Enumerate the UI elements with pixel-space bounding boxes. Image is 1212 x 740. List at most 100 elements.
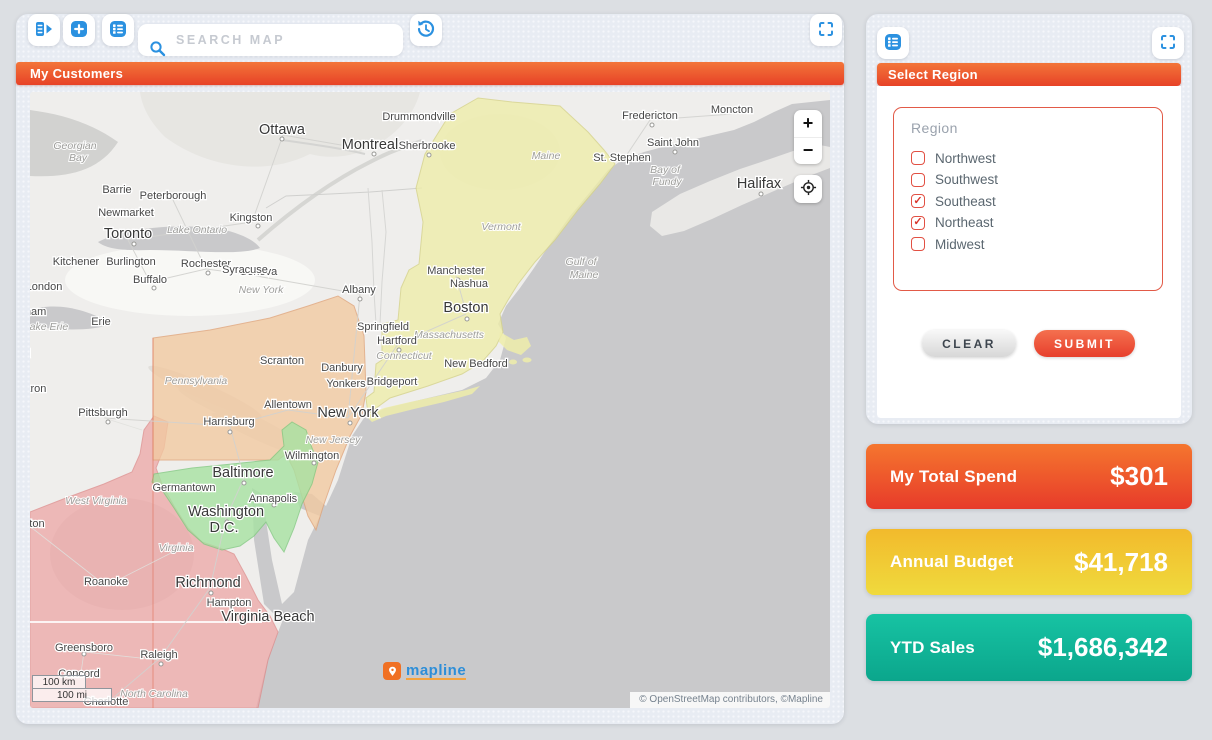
map-city-label: Newmarket	[98, 207, 154, 219]
region-option-label: Northwest	[935, 151, 996, 166]
map-area-label: Pennsylvania	[165, 375, 228, 387]
map-city-label: Kingston	[230, 212, 273, 224]
search-input[interactable]	[174, 25, 393, 55]
map-area-label: Lake Erie	[30, 321, 68, 333]
panel-list-button[interactable]	[877, 27, 909, 59]
region-option-midwest[interactable]: Midwest	[911, 235, 998, 253]
stat-value: $41,718	[1074, 547, 1168, 578]
fullscreen-icon	[817, 20, 835, 41]
locate-button[interactable]	[794, 175, 822, 203]
map-search	[138, 24, 403, 56]
map-city-label: Hartford	[377, 335, 417, 347]
list-view-button[interactable]	[102, 14, 134, 46]
map-area-label: Bay	[69, 152, 88, 164]
map-city-label: Yonkers	[326, 378, 366, 390]
expand-panel-icon	[35, 20, 54, 41]
region-option-northeast[interactable]: ✓Northeast	[911, 214, 998, 232]
map-city-label: Richmond	[175, 575, 240, 591]
map-area-label: Vermont	[481, 221, 521, 233]
stat-value: $1,686,342	[1038, 632, 1168, 663]
map-city-label: St. Stephen	[593, 152, 651, 164]
clear-button[interactable]: CLEAR	[922, 330, 1016, 357]
map-city-label: Wilmington	[285, 450, 339, 462]
map-city-label: Montreal	[342, 137, 398, 153]
map-canvas[interactable]: GeorgianBay Lake Ontario Lake Erie Vermont N…	[30, 92, 830, 708]
map-city-label: Sherbrooke	[399, 140, 456, 152]
map-city-label: Halifax	[737, 176, 782, 192]
checkbox-unchecked[interactable]	[911, 151, 925, 165]
region-option-southeast[interactable]: ✓Southeast	[911, 192, 998, 210]
map-city-label: Buffalo	[133, 274, 167, 286]
zoom-out-button[interactable]: −	[794, 138, 822, 165]
map-city-label: Toronto	[104, 226, 152, 242]
map-city-label: Springfield	[357, 321, 409, 333]
map-city-label: Bridgeport	[367, 376, 418, 388]
map-city-label: Saint John	[647, 137, 699, 149]
map-city-label: Greensboro	[55, 642, 113, 654]
stat-card-annual-budget: Annual Budget $41,718	[866, 529, 1192, 595]
region-option-northwest[interactable]: Northwest	[911, 149, 998, 167]
expand-panel-button[interactable]	[28, 14, 60, 46]
map-area-label: North Carolina	[120, 688, 188, 700]
map-city-label: New York	[317, 405, 379, 421]
region-fieldset: Region NorthwestSouthwest✓Southeast✓Nort…	[893, 107, 1163, 291]
map-city-label: Akron	[30, 383, 46, 395]
panel-fullscreen-button[interactable]	[1152, 27, 1184, 59]
region-option-label: Midwest	[935, 237, 985, 252]
checkbox-checked[interactable]: ✓	[911, 194, 925, 208]
map-city-label: Ottawa	[259, 122, 306, 138]
map-area-label: Lake Ontario	[167, 224, 227, 236]
list-view-icon	[884, 33, 902, 54]
map-area-label: Bay of	[650, 164, 681, 176]
map-area-label: New York	[239, 284, 284, 296]
checkbox-unchecked[interactable]	[911, 173, 925, 187]
map-city-label: London	[30, 281, 62, 293]
map-area-label: West Virginia	[65, 495, 127, 507]
map-city-label: Kitchener	[53, 256, 100, 268]
map-panel-title: My Customers	[16, 62, 844, 85]
map-city-label: Peterborough	[140, 190, 207, 202]
scale-bar-mi: 100 mi	[32, 688, 112, 702]
map-city-label: Erie	[91, 316, 111, 328]
map-city-label: Scranton	[260, 355, 304, 367]
map-fullscreen-button[interactable]	[810, 14, 842, 46]
stat-card-total-spend: My Total Spend $301	[866, 444, 1192, 509]
region-panel-title: Select Region	[877, 63, 1181, 86]
reset-view-button[interactable]	[410, 14, 442, 46]
map-area-label: Virginia	[159, 542, 194, 554]
stat-label: My Total Spend	[890, 467, 1017, 487]
map-area-label: Maine	[532, 150, 561, 162]
map-city-label: Virginia Beach	[221, 609, 314, 625]
map-city-label: Boston	[443, 300, 488, 316]
stat-value: $301	[1110, 461, 1168, 492]
map-area-label: Maine	[570, 269, 599, 281]
submit-button[interactable]: SUBMIT	[1034, 330, 1135, 357]
add-icon	[70, 20, 88, 41]
map-city-label: Raleigh	[140, 649, 177, 661]
map-city-label: Pittsburgh	[78, 407, 128, 419]
map-city-label: Burlington	[106, 256, 156, 268]
map-city-label: New Bedford	[444, 358, 508, 370]
map-city-label: Drummondville	[382, 111, 455, 123]
region-option-label: Southwest	[935, 172, 998, 187]
region-panel-title-text: Select Region	[888, 67, 978, 82]
stat-label: Annual Budget	[890, 552, 1013, 572]
map-city-label: Barrie	[102, 184, 131, 196]
map-city-label: Nashua	[450, 278, 489, 290]
checkbox-checked[interactable]: ✓	[911, 216, 925, 230]
checkbox-unchecked[interactable]	[911, 237, 925, 251]
map-area-label: Fundy	[652, 176, 682, 188]
region-option-southwest[interactable]: Southwest	[911, 171, 998, 189]
add-button[interactable]	[63, 14, 95, 46]
mapline-logo-icon	[383, 662, 401, 680]
zoom-in-button[interactable]: +	[794, 110, 822, 138]
map-area-label: Massachusetts	[414, 329, 485, 341]
map-area-label: Georgian	[53, 140, 96, 152]
map-city-label: Manchester	[427, 265, 485, 277]
map-city-label: Roanoke	[84, 576, 128, 588]
map-area-label: Connecticut	[376, 350, 433, 362]
stat-card-ytd-sales: YTD Sales $1,686,342	[866, 614, 1192, 681]
map-city-label: Allentown	[264, 399, 312, 411]
mapline-wordmark: mapline	[406, 663, 466, 680]
map-city-label: Germantown	[153, 482, 216, 494]
